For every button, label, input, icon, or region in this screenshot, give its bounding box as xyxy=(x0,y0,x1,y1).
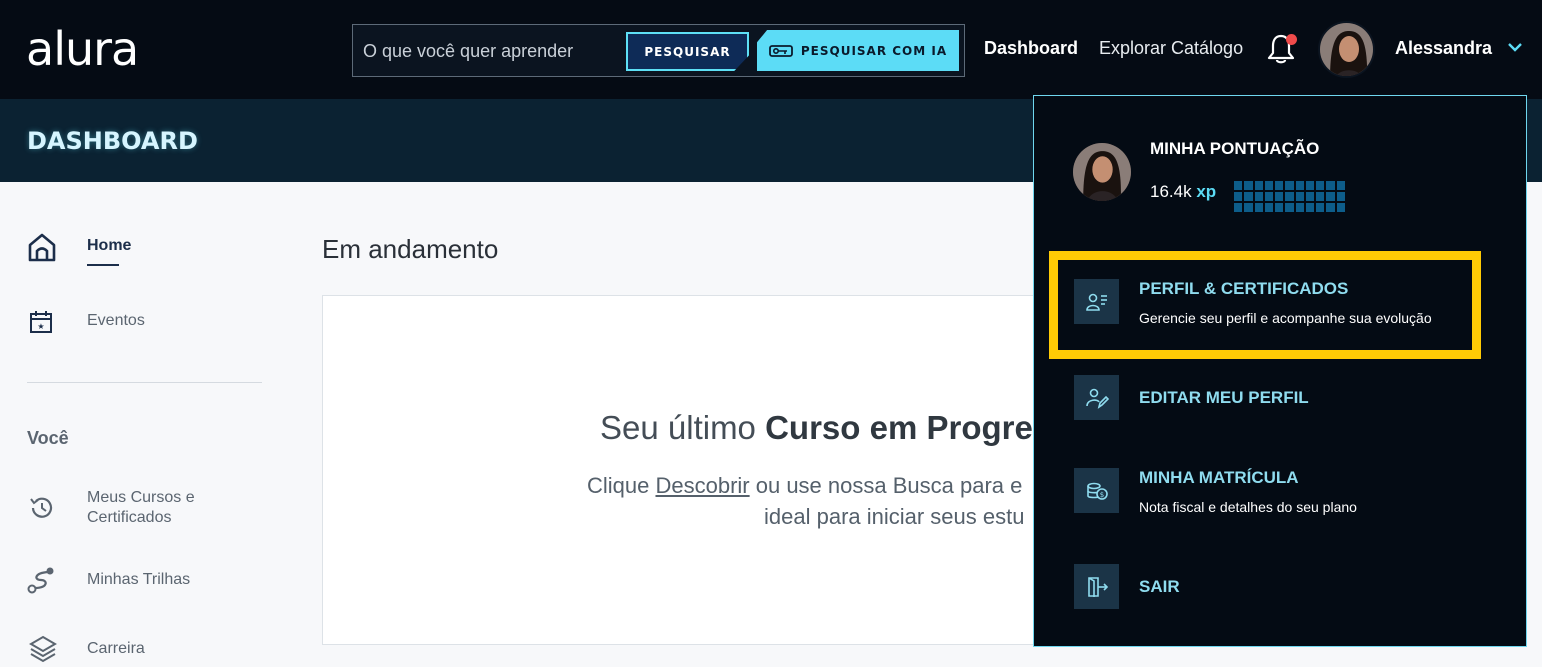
menu-item-desc: Gerencie seu perfil e acompanhe sua evol… xyxy=(1139,310,1432,326)
card-text-prefix: Clique xyxy=(587,473,656,498)
card-heading-normal: Seu último xyxy=(600,409,766,446)
nav-catalog-link[interactable]: Explorar Catálogo xyxy=(1099,38,1243,59)
sidebar-divider xyxy=(27,382,262,383)
card-heading: Seu último Curso em Progre xyxy=(600,409,1033,447)
coins-icon: $ xyxy=(1074,468,1119,513)
sidebar-item-minhas-trilhas[interactable]: Minhas Trilhas xyxy=(87,571,190,589)
user-name[interactable]: Alessandra xyxy=(1395,38,1492,59)
xp-value: 16.4k xyxy=(1150,182,1192,201)
edit-profile-icon xyxy=(1074,375,1119,420)
home-icon[interactable] xyxy=(27,232,57,262)
card-heading-bold: Curso em Progre xyxy=(765,409,1033,446)
card-text-suffix: ou use nossa Busca para e xyxy=(749,473,1023,498)
route-icon[interactable] xyxy=(26,565,56,595)
ai-search-label: PESQUISAR COM IA xyxy=(800,43,948,58)
search-bar: PESQUISAR PESQUISAR COM IA xyxy=(352,24,965,77)
search-button[interactable]: PESQUISAR xyxy=(626,32,749,71)
calendar-icon[interactable]: ★ xyxy=(28,309,54,335)
page-title: DASHBOARD xyxy=(27,127,198,155)
history-icon[interactable] xyxy=(27,493,57,523)
sidebar-item-carreira[interactable]: Carreira xyxy=(87,640,145,658)
menu-item-editar-perfil[interactable]: EDITAR MEU PERFIL xyxy=(1074,375,1454,421)
card-text-line1: Clique Descobrir ou use nossa Busca para… xyxy=(587,473,1022,499)
profile-certificate-icon xyxy=(1074,279,1119,324)
menu-item-perfil-certificados[interactable]: PERFIL & CERTIFICADOS Gerencie seu perfi… xyxy=(1074,279,1454,326)
svg-text:★: ★ xyxy=(37,322,44,331)
in-progress-card: Seu último Curso em Progre Clique Descob… xyxy=(322,295,1062,645)
menu-item-title: PERFIL & CERTIFICADOS xyxy=(1139,279,1349,298)
logout-icon xyxy=(1074,564,1119,609)
card-text-line2: ideal para iniciar seus estu xyxy=(764,504,1025,529)
menu-item-minha-matricula[interactable]: $ MINHA MATRÍCULA Nota fiscal e detalhes… xyxy=(1074,468,1454,515)
xp-level-grid xyxy=(1234,181,1345,212)
search-input[interactable] xyxy=(363,41,613,62)
ai-search-button[interactable]: PESQUISAR COM IA xyxy=(757,30,959,71)
svg-text:$: $ xyxy=(1099,491,1103,499)
alura-logo[interactable]: alura xyxy=(26,22,139,76)
section-title: Em andamento xyxy=(322,234,499,264)
menu-item-title: MINHA MATRÍCULA xyxy=(1139,468,1299,487)
xp-display: 16.4k xp xyxy=(1150,182,1216,202)
discover-link[interactable]: Descobrir xyxy=(655,473,749,498)
active-indicator xyxy=(87,264,119,266)
sidebar-item-meus-cursos-line1: Meus Cursos e xyxy=(87,489,195,506)
score-title: MINHA PONTUAÇÃO xyxy=(1150,139,1320,158)
sidebar-item-meus-cursos-line2: Certificados xyxy=(87,509,172,526)
sidebar-item-home[interactable]: Home xyxy=(87,237,131,255)
xp-unit: xp xyxy=(1196,182,1217,201)
nav-dashboard-link[interactable]: Dashboard xyxy=(984,38,1078,59)
menu-item-desc: Nota fiscal e detalhes do seu plano xyxy=(1139,499,1357,515)
sidebar-item-meus-cursos[interactable]: Meus Cursos e Certificados xyxy=(87,488,195,528)
menu-item-title: SAIR xyxy=(1139,577,1180,596)
ai-key-icon xyxy=(768,44,793,57)
menu-item-sair[interactable]: SAIR xyxy=(1074,564,1454,610)
notification-badge xyxy=(1286,34,1297,45)
menu-item-title: EDITAR MEU PERFIL xyxy=(1139,388,1309,407)
layers-icon[interactable] xyxy=(28,634,58,664)
dropdown-avatar xyxy=(1073,143,1131,201)
sidebar-section-title: Você xyxy=(27,428,69,448)
chevron-down-icon[interactable] xyxy=(1506,40,1524,54)
user-avatar[interactable] xyxy=(1318,21,1375,78)
sidebar-item-eventos[interactable]: Eventos xyxy=(87,312,145,330)
